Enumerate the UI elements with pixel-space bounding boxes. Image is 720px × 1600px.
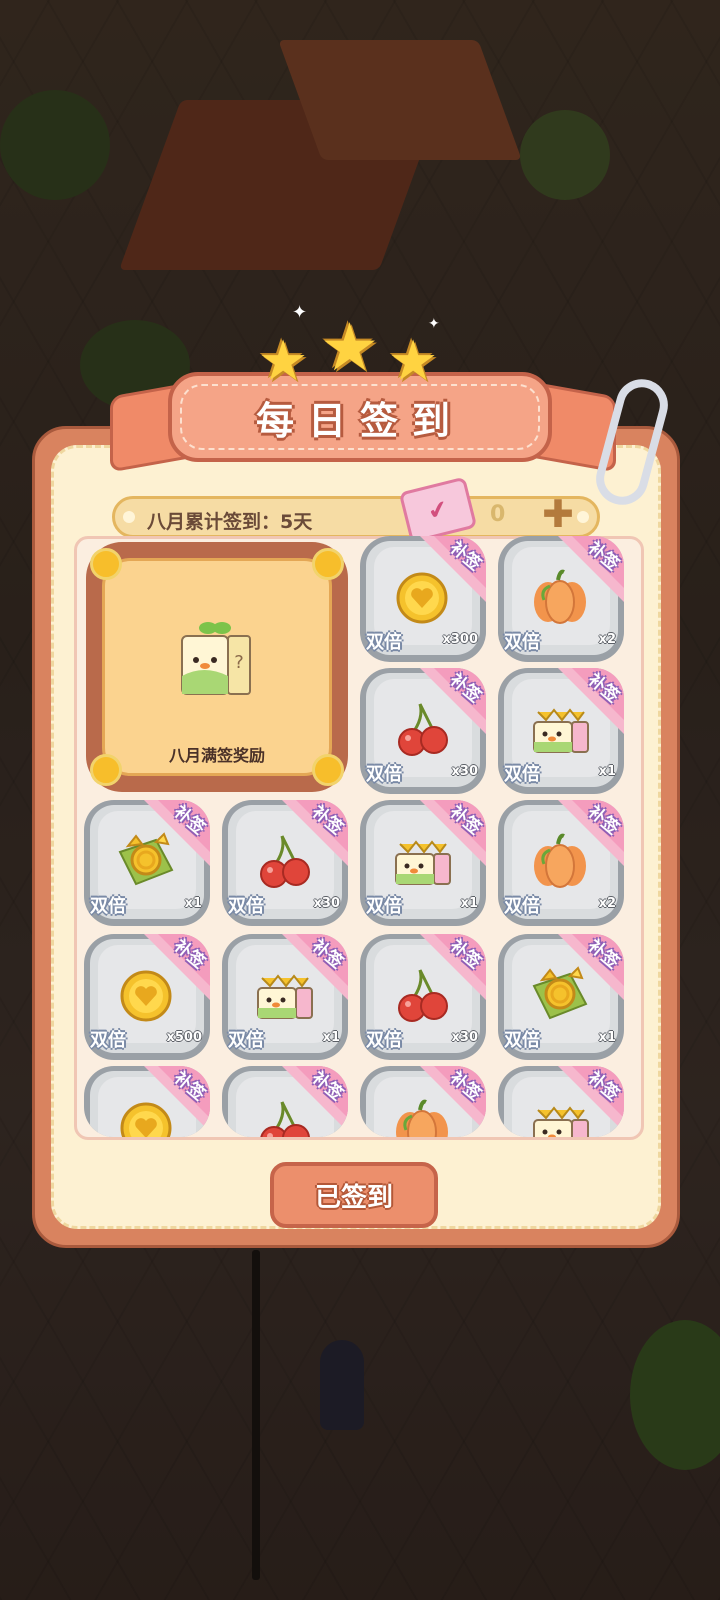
ticket-count: 0 xyxy=(490,502,506,527)
panel-title: 每日签到 xyxy=(255,398,464,443)
makeup-signin-tag[interactable]: 补签 xyxy=(266,934,348,1006)
double-label: 双倍 xyxy=(504,764,540,785)
day-reward-cell[interactable]: 双倍 x1 补签 xyxy=(222,934,348,1060)
makeup-signin-tag[interactable]: 补签 xyxy=(128,800,210,872)
makeup-signin-tag[interactable]: 补签 xyxy=(542,934,624,1006)
makeup-signin-tag[interactable]: 补签 xyxy=(542,800,624,872)
reward-quantity: x2 xyxy=(598,896,616,911)
sparkle-icon: ✦ xyxy=(292,302,308,323)
double-label: 双倍 xyxy=(504,632,540,653)
makeup-signin-tag[interactable]: 补签 xyxy=(542,668,624,740)
reward-quantity: x30 xyxy=(313,896,340,911)
day-reward-cell[interactable]: 双倍补签 xyxy=(360,1066,486,1137)
makeup-signin-tag[interactable]: 补签 xyxy=(404,934,486,1006)
star-icon: ★ xyxy=(388,329,439,394)
reward-quantity: x2 xyxy=(598,632,616,647)
double-label: 双倍 xyxy=(228,896,264,917)
day-reward-cell[interactable]: 双倍 x2 补签 xyxy=(498,800,624,926)
add-ticket-button[interactable]: ✚ xyxy=(540,495,576,533)
day-reward-cell[interactable]: 双倍 x300 补签 xyxy=(360,536,486,662)
makeup-signin-tag[interactable]: 补签 xyxy=(542,1066,624,1137)
day-reward-cell[interactable]: 双倍 x30 补签 xyxy=(360,934,486,1060)
corner-dot xyxy=(312,548,344,580)
double-label: 双倍 xyxy=(366,632,402,653)
day-reward-cell[interactable]: 双倍 x1 补签 xyxy=(84,800,210,926)
star-icon: ★ xyxy=(258,329,309,394)
reward-quantity: x1 xyxy=(598,1030,616,1045)
makeup-signin-tag[interactable]: 补签 xyxy=(404,536,486,608)
makeup-signin-tag[interactable]: 补签 xyxy=(404,1066,486,1137)
bar-dot xyxy=(123,511,135,523)
reward-quantity: x1 xyxy=(598,764,616,779)
makeup-signin-tag[interactable]: 补签 xyxy=(266,800,348,872)
day-reward-cell[interactable]: 双倍 x1 补签 xyxy=(498,668,624,794)
mystery-gift-box-icon: ? xyxy=(181,622,251,695)
makeup-signin-tag[interactable]: 补签 xyxy=(404,668,486,740)
makeup-signin-tag[interactable]: 补签 xyxy=(128,934,210,1006)
monthly-summary-bar: 八月累计签到：5天 xyxy=(112,496,600,538)
makeup-signin-tag[interactable]: 补签 xyxy=(542,536,624,608)
reward-quantity: x500 xyxy=(166,1030,202,1045)
double-label: 双倍 xyxy=(366,764,402,785)
makeup-signin-tag[interactable]: 补签 xyxy=(128,1066,210,1137)
day-reward-cell[interactable]: 双倍补签 xyxy=(222,1066,348,1137)
cumulative-signin-label: 八月累计签到：5天 xyxy=(147,511,313,533)
reward-quantity: x30 xyxy=(451,1030,478,1045)
double-label: 双倍 xyxy=(228,1030,264,1051)
double-label: 双倍 xyxy=(90,1030,126,1051)
day-reward-cell[interactable]: 双倍 x2 补签 xyxy=(498,536,624,662)
bar-dot xyxy=(577,511,589,523)
double-label: 双倍 xyxy=(366,1030,402,1051)
day-reward-cell[interactable]: 双倍补签 xyxy=(84,1066,210,1137)
makeup-signin-tag[interactable]: 补签 xyxy=(266,1066,348,1137)
double-label: 双倍 xyxy=(90,896,126,917)
reward-quantity: x300 xyxy=(442,632,478,647)
day-reward-cell[interactable]: 双倍 x1 补签 xyxy=(360,800,486,926)
monthly-full-reward-card[interactable]: ? 八月满签奖励 xyxy=(86,542,348,792)
day-reward-cell[interactable]: 双倍 x500 补签 xyxy=(84,934,210,1060)
corner-dot xyxy=(90,548,122,580)
double-label: 双倍 xyxy=(366,896,402,917)
double-label: 双倍 xyxy=(504,896,540,917)
day-reward-cell[interactable]: 双倍补签 xyxy=(498,1066,624,1137)
monthly-reward-label: 八月满签奖励 xyxy=(168,746,265,765)
svg-text:?: ? xyxy=(234,652,244,673)
sparkle-icon: ✦ xyxy=(428,316,440,332)
reward-quantity: x1 xyxy=(460,896,478,911)
reward-quantity: x1 xyxy=(184,896,202,911)
signed-in-button[interactable]: 已签到 xyxy=(270,1162,438,1228)
day-reward-cell[interactable]: 双倍 x1 补签 xyxy=(498,934,624,1060)
signed-in-label: 已签到 xyxy=(314,1182,393,1213)
day-reward-cell[interactable]: 双倍 x30 补签 xyxy=(222,800,348,926)
day-reward-cell[interactable]: 双倍 x30 补签 xyxy=(360,668,486,794)
reward-quantity: x30 xyxy=(451,764,478,779)
star-icon: ★ xyxy=(320,309,380,386)
double-label: 双倍 xyxy=(504,1030,540,1051)
makeup-signin-tag[interactable]: 补签 xyxy=(404,800,486,872)
reward-quantity: x1 xyxy=(322,1030,340,1045)
